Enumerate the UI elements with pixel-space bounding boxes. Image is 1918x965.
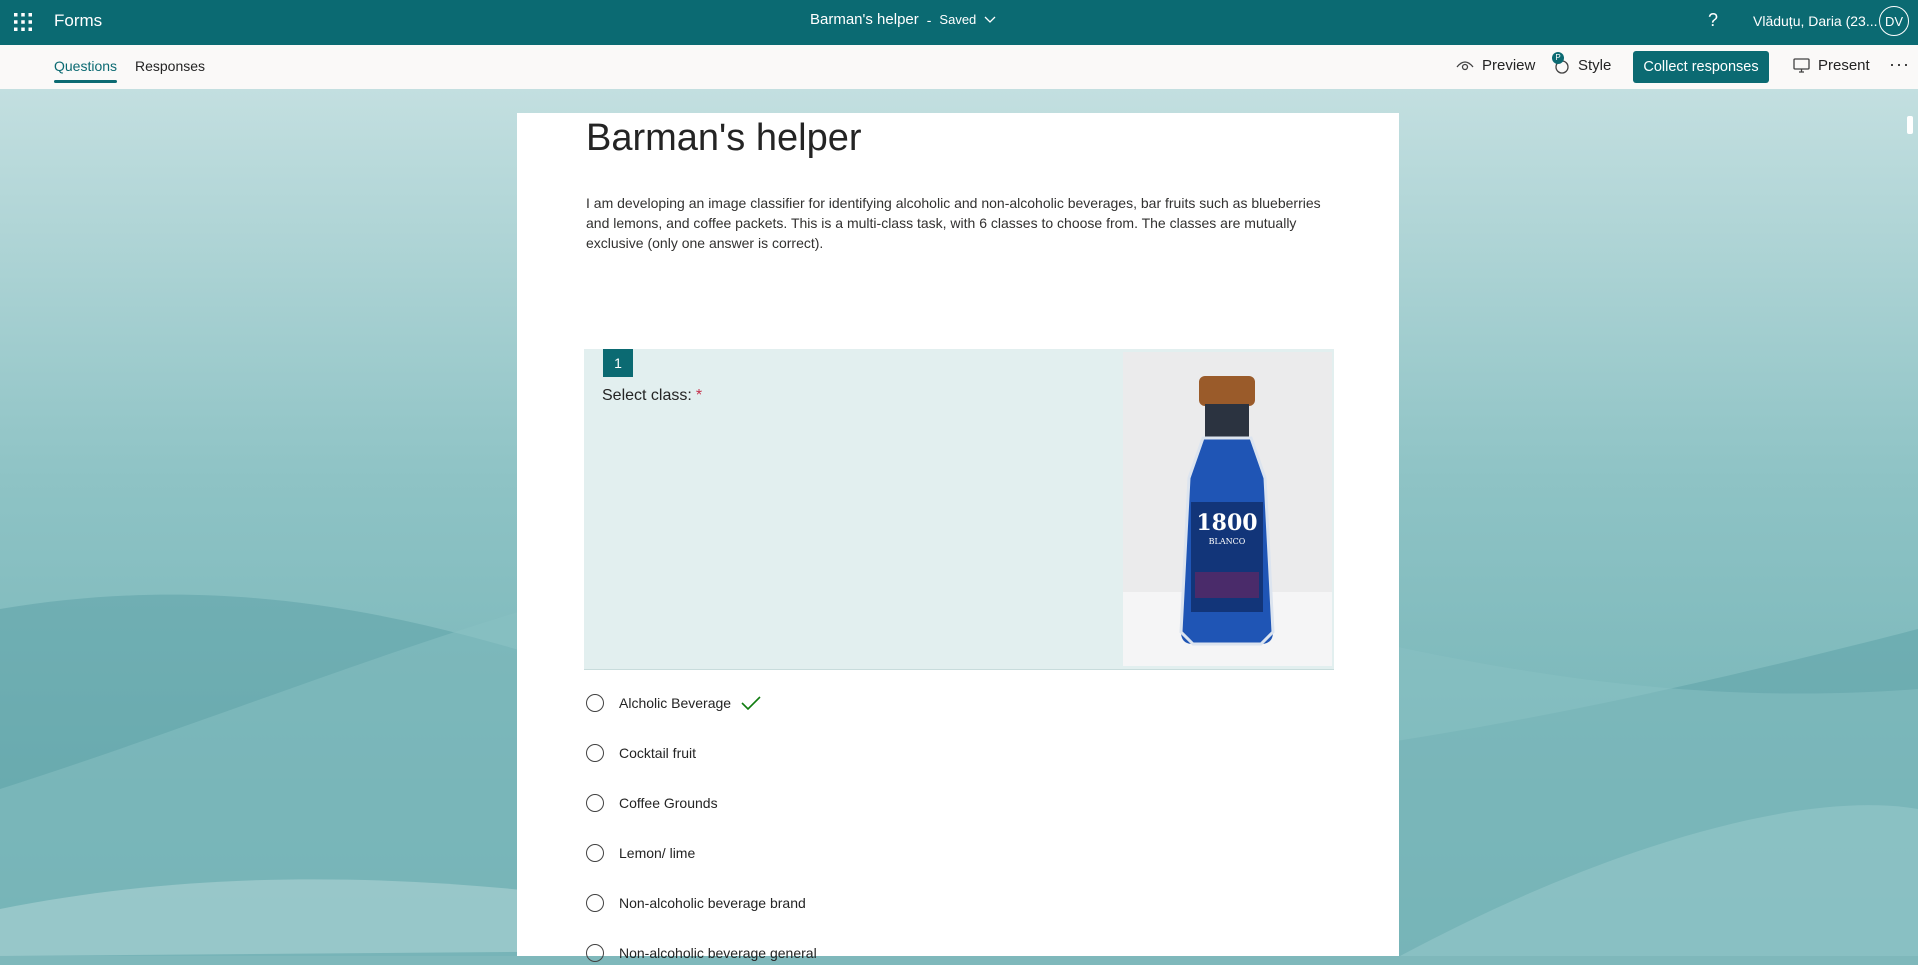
option-lemon-lime[interactable]: Lemon/ lime [586, 841, 695, 865]
document-title-menu[interactable]: Barman's helper - Saved [810, 11, 996, 28]
title-separator: - [926, 11, 932, 28]
document-title: Barman's helper [810, 11, 919, 28]
radio-button[interactable] [586, 944, 604, 962]
form-title[interactable]: Barman's helper [586, 117, 862, 160]
bottle-label-number: 1800 [1196, 510, 1257, 536]
tequila-bottle-image: 1800 BLANCO [1123, 352, 1332, 666]
option-non-alcoholic-brand[interactable]: Non-alcoholic beverage brand [586, 891, 806, 915]
option-label: Alcholic Beverage [619, 695, 732, 711]
option-cocktail-fruit[interactable]: Cocktail fruit [586, 741, 696, 765]
correct-answer-check-icon [741, 696, 761, 710]
radio-button[interactable] [586, 794, 604, 812]
more-options-icon[interactable]: ··· [1889, 54, 1910, 75]
radio-button[interactable] [586, 694, 604, 712]
question-text: Select class: [602, 387, 692, 404]
style-button[interactable]: P Style [1552, 51, 1612, 74]
required-mark: * [695, 387, 703, 404]
collect-responses-button[interactable]: Collect responses [1633, 51, 1769, 83]
question-card[interactable]: 1 Select class: * 1800 BLANCO [584, 349, 1334, 670]
preview-label: Preview [1482, 57, 1536, 74]
save-status: Saved [939, 12, 977, 27]
option-label: Non-alcoholic beverage general [619, 945, 817, 961]
option-label: Coffee Grounds [619, 795, 718, 811]
radio-button[interactable] [586, 844, 604, 862]
command-bar: Questions Responses Preview P Style Coll… [0, 45, 1918, 90]
eye-icon [1456, 60, 1474, 70]
radio-button[interactable] [586, 744, 604, 762]
tab-responses[interactable]: Responses [135, 58, 205, 74]
tab-questions[interactable]: Questions [54, 58, 118, 83]
user-name[interactable]: Vlăduțu, Daria (23... [1753, 13, 1878, 29]
present-button[interactable]: Present [1793, 57, 1870, 74]
monitor-icon [1793, 58, 1810, 73]
bottle-label-sub: BLANCO [1209, 537, 1246, 546]
chevron-down-icon [984, 16, 996, 23]
style-badge: P [1552, 51, 1564, 64]
app-name[interactable]: Forms [54, 11, 102, 31]
option-coffee-grounds[interactable]: Coffee Grounds [586, 791, 718, 815]
radio-button[interactable] [586, 894, 604, 912]
option-alcoholic-beverage[interactable]: Alcholic Beverage [586, 691, 761, 715]
top-app-bar: Forms Barman's helper - Saved ? Vlăduțu,… [0, 0, 1918, 45]
option-non-alcoholic-general[interactable]: Non-alcoholic beverage general [586, 941, 817, 965]
question-number: 1 [603, 349, 633, 377]
option-label: Lemon/ lime [619, 845, 696, 861]
form-card: Barman's helper I am developing an image… [517, 113, 1399, 962]
scrollbar-thumb[interactable] [1907, 116, 1913, 134]
avatar[interactable]: DV [1879, 6, 1909, 36]
palette-icon: P [1552, 51, 1570, 74]
question-image: 1800 BLANCO [1123, 352, 1332, 666]
option-label: Non-alcoholic beverage brand [619, 895, 806, 911]
page-scrollbar[interactable] [1904, 113, 1916, 956]
help-question-icon[interactable]: ? [1708, 10, 1718, 31]
app-launcher-icon[interactable] [13, 12, 33, 32]
option-label: Cocktail fruit [619, 745, 697, 761]
style-label: Style [1578, 57, 1612, 74]
question-title: Select class: * [602, 387, 702, 405]
form-description[interactable]: I am developing an image classifier for … [586, 193, 1326, 253]
present-label: Present [1818, 57, 1870, 74]
preview-button[interactable]: Preview [1456, 57, 1535, 74]
